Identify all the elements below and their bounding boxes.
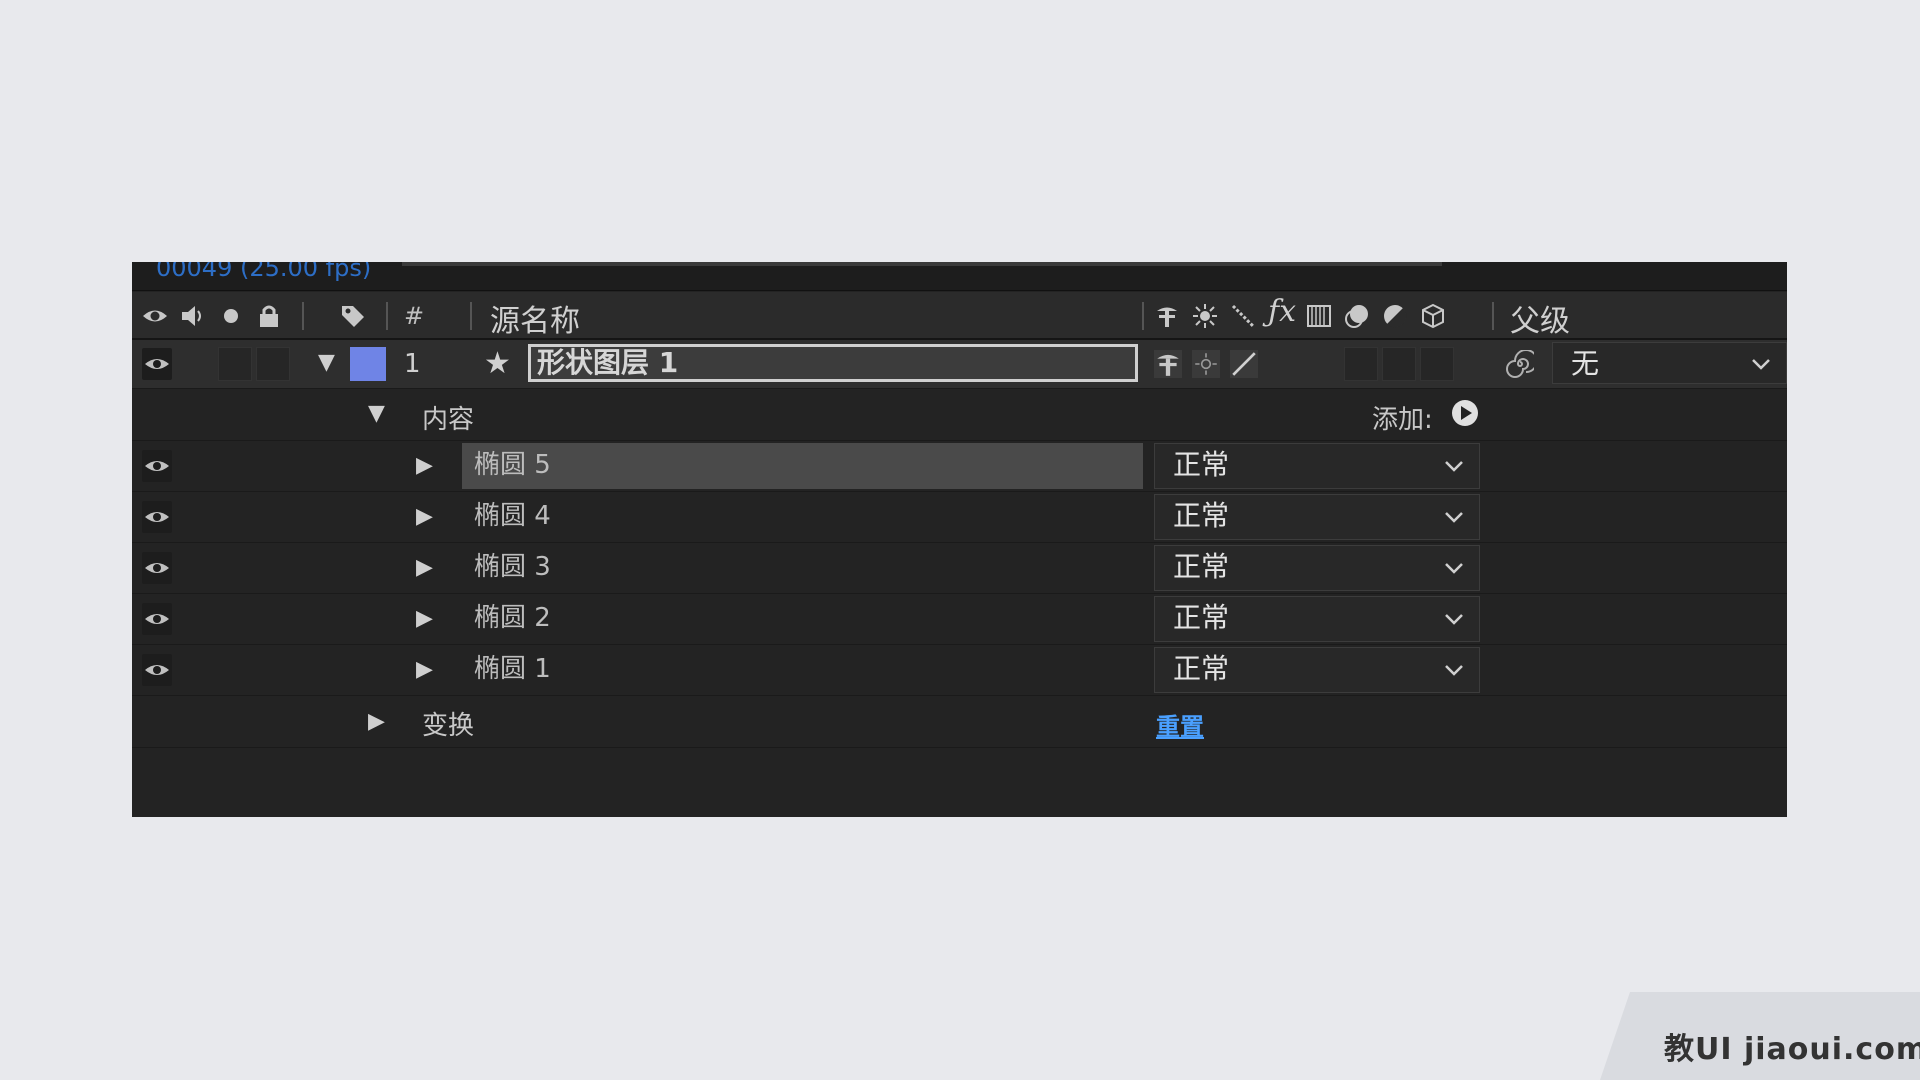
speaker-icon[interactable] bbox=[180, 303, 206, 329]
layer-expand-triangle[interactable]: ▼ bbox=[318, 350, 335, 375]
timeline-top-strip: 00049 (25.00 fps) bbox=[132, 262, 1787, 291]
contents-group-row[interactable]: ▼ 内容 添加: bbox=[132, 388, 1787, 441]
ellipse-name[interactable]: 椭圆 1 bbox=[462, 647, 1143, 693]
label-tag-icon[interactable] bbox=[340, 303, 366, 329]
chevron-down-icon bbox=[1445, 461, 1463, 472]
eye-icon[interactable] bbox=[142, 303, 168, 329]
blend-mode-dropdown[interactable]: 正常 bbox=[1154, 545, 1480, 591]
contents-label: 内容 bbox=[422, 405, 475, 435]
layer-label-color[interactable] bbox=[350, 347, 386, 381]
transform-expand-triangle[interactable]: ▶ bbox=[368, 709, 385, 734]
header-separator bbox=[1142, 302, 1144, 330]
ellipse-name[interactable]: 椭圆 3 bbox=[462, 545, 1143, 591]
ellipse-name[interactable]: 椭圆 2 bbox=[462, 596, 1143, 642]
layer-name-field[interactable]: 形状图层 1 bbox=[528, 344, 1138, 382]
transform-group-row[interactable]: ▶ 变换 重置 bbox=[132, 695, 1787, 748]
chevron-down-icon bbox=[1445, 563, 1463, 574]
collapse-switch-icon[interactable] bbox=[1192, 350, 1220, 378]
layer-number: 1 bbox=[404, 349, 421, 379]
ellipse-row[interactable]: ▶ 椭圆 5 正常 bbox=[132, 440, 1787, 492]
motion-blur-icon[interactable] bbox=[1344, 303, 1370, 329]
eye-icon bbox=[145, 359, 169, 369]
ellipse-row[interactable]: ▶ 椭圆 2 正常 bbox=[132, 593, 1787, 645]
header-separator bbox=[1492, 302, 1494, 330]
add-play-icon[interactable] bbox=[1450, 398, 1480, 428]
parent-dropdown-value: 无 bbox=[1571, 347, 1600, 380]
eye-icon bbox=[145, 512, 169, 522]
adjustment-layer-checkbox[interactable] bbox=[1382, 347, 1416, 381]
ellipse-visibility-toggle[interactable] bbox=[142, 654, 172, 686]
3d-layer-icon[interactable] bbox=[1420, 303, 1446, 329]
header-separator bbox=[386, 302, 388, 330]
reset-link[interactable]: 重置 bbox=[1156, 707, 1204, 742]
parent-dropdown[interactable]: 无 bbox=[1552, 342, 1787, 384]
chevron-down-icon bbox=[1752, 359, 1770, 370]
3d-layer-checkbox[interactable] bbox=[1420, 347, 1454, 381]
blend-mode-value: 正常 bbox=[1173, 550, 1230, 583]
blend-mode-dropdown[interactable]: 正常 bbox=[1154, 596, 1480, 642]
shy-icon[interactable] bbox=[1154, 303, 1180, 329]
blend-mode-dropdown[interactable]: 正常 bbox=[1154, 494, 1480, 540]
blend-mode-dropdown[interactable]: 正常 bbox=[1154, 647, 1480, 693]
ellipse-expand-triangle[interactable]: ▶ bbox=[416, 555, 433, 580]
eye-icon bbox=[145, 461, 169, 471]
motion-blur-checkbox[interactable] bbox=[1344, 347, 1378, 381]
ellipse-visibility-toggle[interactable] bbox=[142, 501, 172, 533]
ellipse-expand-triangle[interactable]: ▶ bbox=[416, 504, 433, 529]
ellipse-row[interactable]: ▶ 椭圆 3 正常 bbox=[132, 542, 1787, 594]
ellipse-expand-triangle[interactable]: ▶ bbox=[416, 606, 433, 631]
quality-icon[interactable] bbox=[1230, 303, 1256, 329]
parent-header[interactable]: 父级 bbox=[1510, 296, 1570, 340]
solo-icon[interactable] bbox=[218, 303, 244, 329]
fx-icon[interactable]: ƒx bbox=[1268, 294, 1296, 329]
ellipse-expand-triangle[interactable]: ▶ bbox=[416, 453, 433, 478]
timeline-panel: 00049 (25.00 fps) # 源名称 ƒx 父级 ▼ 1 ★ 形状图层… bbox=[132, 262, 1787, 817]
blend-mode-dropdown[interactable]: 正常 bbox=[1154, 443, 1480, 489]
contents-expand-triangle[interactable]: ▼ bbox=[368, 401, 385, 426]
header-separator bbox=[470, 302, 472, 330]
blend-mode-value: 正常 bbox=[1173, 499, 1230, 532]
solo-checkbox[interactable] bbox=[218, 347, 252, 381]
horizontal-scrollbar[interactable] bbox=[402, 262, 1442, 266]
lock-checkbox[interactable] bbox=[256, 347, 290, 381]
ellipse-visibility-toggle[interactable] bbox=[142, 552, 172, 584]
layer-visibility-toggle[interactable] bbox=[142, 348, 172, 380]
transform-label: 变换 bbox=[422, 711, 475, 741]
chevron-down-icon bbox=[1445, 665, 1463, 676]
shape-layer-star-icon: ★ bbox=[484, 346, 511, 381]
timecode-display[interactable]: 00049 (25.00 fps) bbox=[156, 262, 371, 282]
frame-blend-icon[interactable] bbox=[1306, 303, 1332, 329]
ellipse-visibility-toggle[interactable] bbox=[142, 450, 172, 482]
source-name-header[interactable]: 源名称 bbox=[490, 296, 580, 340]
blend-mode-value: 正常 bbox=[1173, 601, 1230, 634]
ellipse-row[interactable]: ▶ 椭圆 1 正常 bbox=[132, 644, 1787, 696]
ellipse-expand-triangle[interactable]: ▶ bbox=[416, 657, 433, 682]
lock-icon[interactable] bbox=[256, 303, 282, 329]
adjustment-layer-icon[interactable] bbox=[1382, 303, 1408, 329]
column-header-row: # 源名称 ƒx 父级 bbox=[132, 292, 1787, 340]
quality-switch-icon[interactable] bbox=[1230, 350, 1258, 378]
shy-switch-icon[interactable] bbox=[1154, 350, 1182, 378]
chevron-down-icon bbox=[1445, 512, 1463, 523]
ellipse-name[interactable]: 椭圆 4 bbox=[462, 494, 1143, 540]
eye-icon bbox=[145, 614, 169, 624]
ellipse-visibility-toggle[interactable] bbox=[142, 603, 172, 635]
ellipse-name[interactable]: 椭圆 5 bbox=[462, 443, 1143, 489]
eye-icon bbox=[145, 665, 169, 675]
blend-mode-value: 正常 bbox=[1173, 652, 1230, 685]
chevron-down-icon bbox=[1445, 614, 1463, 625]
watermark-text: 教UI jiaoui.com bbox=[1664, 1032, 1920, 1067]
layer-row[interactable]: ▼ 1 ★ 形状图层 1 无 bbox=[132, 340, 1787, 389]
collapse-sun-icon[interactable] bbox=[1192, 303, 1218, 329]
blend-mode-value: 正常 bbox=[1173, 448, 1230, 481]
add-label: 添加: bbox=[1372, 405, 1433, 435]
eye-icon bbox=[145, 563, 169, 573]
layer-number-header[interactable]: # bbox=[404, 302, 424, 330]
pick-whip-icon[interactable] bbox=[1506, 350, 1534, 378]
ellipse-row[interactable]: ▶ 椭圆 4 正常 bbox=[132, 491, 1787, 543]
header-separator bbox=[302, 302, 304, 330]
